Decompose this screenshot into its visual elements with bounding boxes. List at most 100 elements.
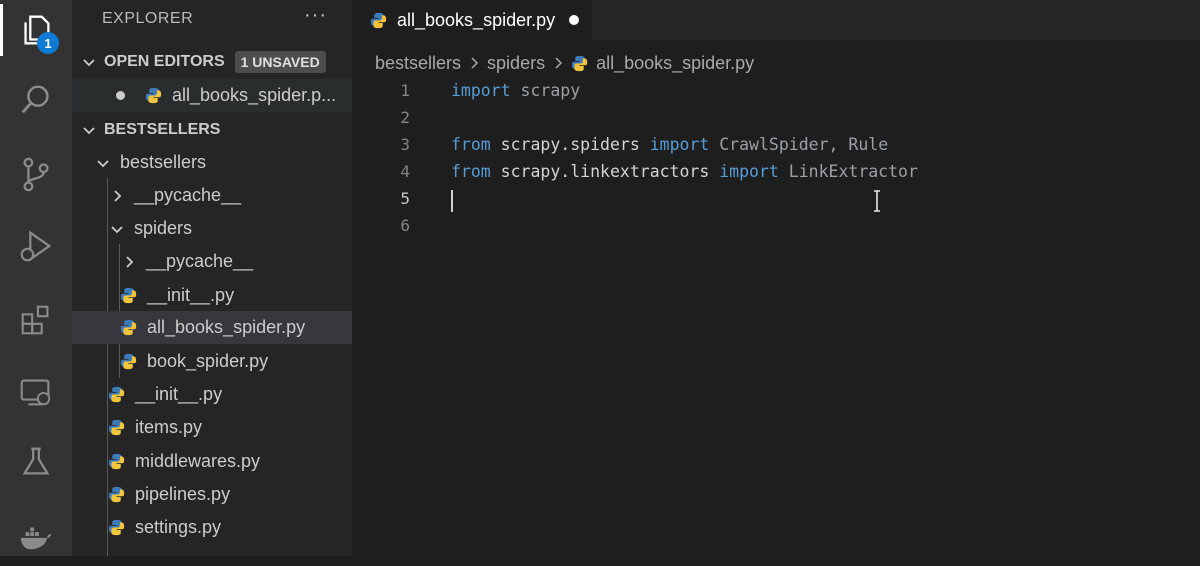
source-control-button[interactable] bbox=[0, 144, 72, 204]
remote-explorer-button[interactable] bbox=[0, 362, 72, 422]
line-number: 3 bbox=[400, 135, 410, 154]
activity-bar: 1 bbox=[0, 0, 72, 556]
chevron-down-icon bbox=[83, 59, 95, 67]
search-button[interactable] bbox=[0, 70, 72, 130]
tree-file-pipelines[interactable]: pipelines.py bbox=[72, 478, 352, 511]
testing-button[interactable] bbox=[0, 432, 72, 492]
unsaved-dot-icon bbox=[116, 91, 125, 100]
code-token: CrawlSpider, Rule bbox=[709, 135, 889, 154]
python-file-icon bbox=[370, 12, 387, 28]
chevron-right-icon bbox=[114, 189, 122, 202]
tree-item-label: bestsellers bbox=[120, 152, 207, 172]
code-token: scrapy.spiders bbox=[490, 135, 650, 154]
open-editor-item[interactable]: all_books_spider.p... bbox=[72, 79, 352, 112]
tab-bar: all_books_spider.py bbox=[352, 0, 1200, 40]
more-actions-button[interactable]: ··· bbox=[304, 4, 327, 27]
tab-all-books-spider[interactable]: all_books_spider.py bbox=[352, 0, 592, 40]
line-number: 5 bbox=[400, 189, 410, 208]
tree-item-label: __init__.py bbox=[135, 384, 223, 404]
tab-label: all_books_spider.py bbox=[397, 9, 556, 30]
chevron-down-icon bbox=[111, 225, 123, 233]
python-file-icon bbox=[571, 55, 588, 71]
tree-file-book-spider[interactable]: book_spider.py bbox=[72, 345, 352, 378]
chevron-right-icon bbox=[555, 57, 563, 69]
python-file-icon bbox=[120, 319, 137, 336]
chevron-down-icon bbox=[83, 127, 95, 135]
code-token: scrapy bbox=[510, 81, 581, 100]
unsaved-badge: 1 UNSAVED bbox=[234, 51, 326, 73]
ibeam-cursor-icon bbox=[874, 190, 880, 212]
tree-item-label: settings.py bbox=[135, 517, 222, 537]
python-file-icon bbox=[120, 353, 137, 370]
tree-item-label: spiders bbox=[134, 218, 193, 238]
tree-item-label: all_books_spider.py bbox=[147, 317, 306, 337]
editor-area: all_books_spider.py bestsellers spiders … bbox=[352, 0, 1200, 556]
python-file-icon bbox=[108, 386, 125, 403]
remote-explorer-icon bbox=[20, 379, 51, 406]
code-line[interactable]: from scrapy.linkextractors import LinkEx… bbox=[451, 158, 918, 185]
run-debug-button[interactable] bbox=[0, 216, 72, 276]
tree-folder-bestsellers[interactable]: bestsellers bbox=[72, 146, 352, 179]
open-editors-label: OPEN EDITORS bbox=[104, 53, 225, 70]
code-line[interactable]: from scrapy.spiders import CrawlSpider, … bbox=[451, 131, 888, 158]
open-editors-section[interactable]: OPEN EDITORS 1 UNSAVED bbox=[72, 46, 352, 78]
code-token: scrapy.linkextractors bbox=[490, 162, 720, 181]
tree-file-spiders-init[interactable]: __init__.py bbox=[72, 279, 352, 312]
code-token: import bbox=[719, 162, 779, 181]
line-number: 4 bbox=[400, 162, 410, 181]
explorer-button[interactable]: 1 bbox=[0, 0, 72, 60]
breadcrumb-item[interactable]: spiders bbox=[487, 53, 545, 74]
docker-button[interactable] bbox=[0, 506, 72, 566]
chevron-right-icon bbox=[471, 57, 479, 69]
search-icon bbox=[21, 85, 49, 114]
run-debug-icon bbox=[20, 230, 52, 262]
line-number: 2 bbox=[400, 108, 410, 127]
python-file-icon bbox=[120, 287, 137, 304]
source-control-icon bbox=[23, 157, 49, 192]
tree-item-label: middlewares.py bbox=[135, 451, 261, 471]
extensions-button[interactable] bbox=[0, 290, 72, 350]
code-token: from bbox=[451, 162, 491, 181]
tree-item-label: __pycache__ bbox=[146, 251, 254, 271]
extensions-icon bbox=[21, 305, 49, 335]
code-line[interactable]: import scrapy bbox=[451, 77, 580, 104]
chevron-down-icon bbox=[97, 159, 109, 167]
python-file-icon bbox=[145, 87, 162, 104]
tree-file-middlewares[interactable]: middlewares.py bbox=[72, 445, 352, 478]
tree-file-items[interactable]: items.py bbox=[72, 411, 352, 444]
project-section[interactable]: BESTSELLERS bbox=[72, 114, 352, 146]
flask-icon bbox=[22, 447, 50, 475]
breadcrumb-item[interactable]: bestsellers bbox=[375, 53, 461, 74]
tree-folder-spiders[interactable]: spiders bbox=[72, 212, 352, 245]
docker-icon bbox=[20, 527, 52, 550]
tree-item-label: __pycache__ bbox=[134, 185, 242, 205]
tree-file-init[interactable]: __init__.py bbox=[72, 378, 352, 411]
code-token: from bbox=[451, 135, 491, 154]
open-editor-filename: all_books_spider.p... bbox=[172, 85, 337, 105]
tree-item-label: items.py bbox=[135, 417, 203, 437]
tree-item-label: __init__.py bbox=[147, 285, 235, 305]
breadcrumb: bestsellers spiders all_books_spider.py bbox=[375, 50, 754, 76]
line-number: 1 bbox=[400, 81, 410, 100]
text-cursor bbox=[451, 190, 453, 212]
code-token: LinkExtractor bbox=[778, 162, 918, 181]
unsaved-dot-icon[interactable] bbox=[569, 15, 580, 25]
tree-item-label: pipelines.py bbox=[135, 484, 231, 504]
explorer-badge: 1 bbox=[37, 32, 59, 54]
breadcrumb-item[interactable]: all_books_spider.py bbox=[596, 53, 754, 74]
project-label: BESTSELLERS bbox=[104, 121, 221, 138]
tree-item-label: book_spider.py bbox=[147, 351, 269, 371]
python-file-icon bbox=[108, 453, 125, 470]
code-token: import bbox=[451, 81, 511, 100]
tree-file-settings[interactable]: settings.py bbox=[72, 511, 352, 544]
chevron-right-icon bbox=[126, 255, 134, 268]
code-token: import bbox=[649, 135, 710, 154]
python-file-icon bbox=[108, 486, 125, 503]
python-file-icon bbox=[108, 519, 125, 536]
line-number: 6 bbox=[400, 216, 410, 235]
tree-file-all-books-spider[interactable]: all_books_spider.py bbox=[72, 311, 352, 344]
tree-folder-pycache[interactable]: __pycache__ bbox=[72, 179, 352, 212]
explorer-title: EXPLORER bbox=[102, 10, 194, 27]
explorer-sidebar: EXPLORER ··· OPEN EDITORS 1 UNSAVED all_… bbox=[72, 0, 352, 556]
tree-folder-pycache-spiders[interactable]: __pycache__ bbox=[72, 245, 352, 278]
